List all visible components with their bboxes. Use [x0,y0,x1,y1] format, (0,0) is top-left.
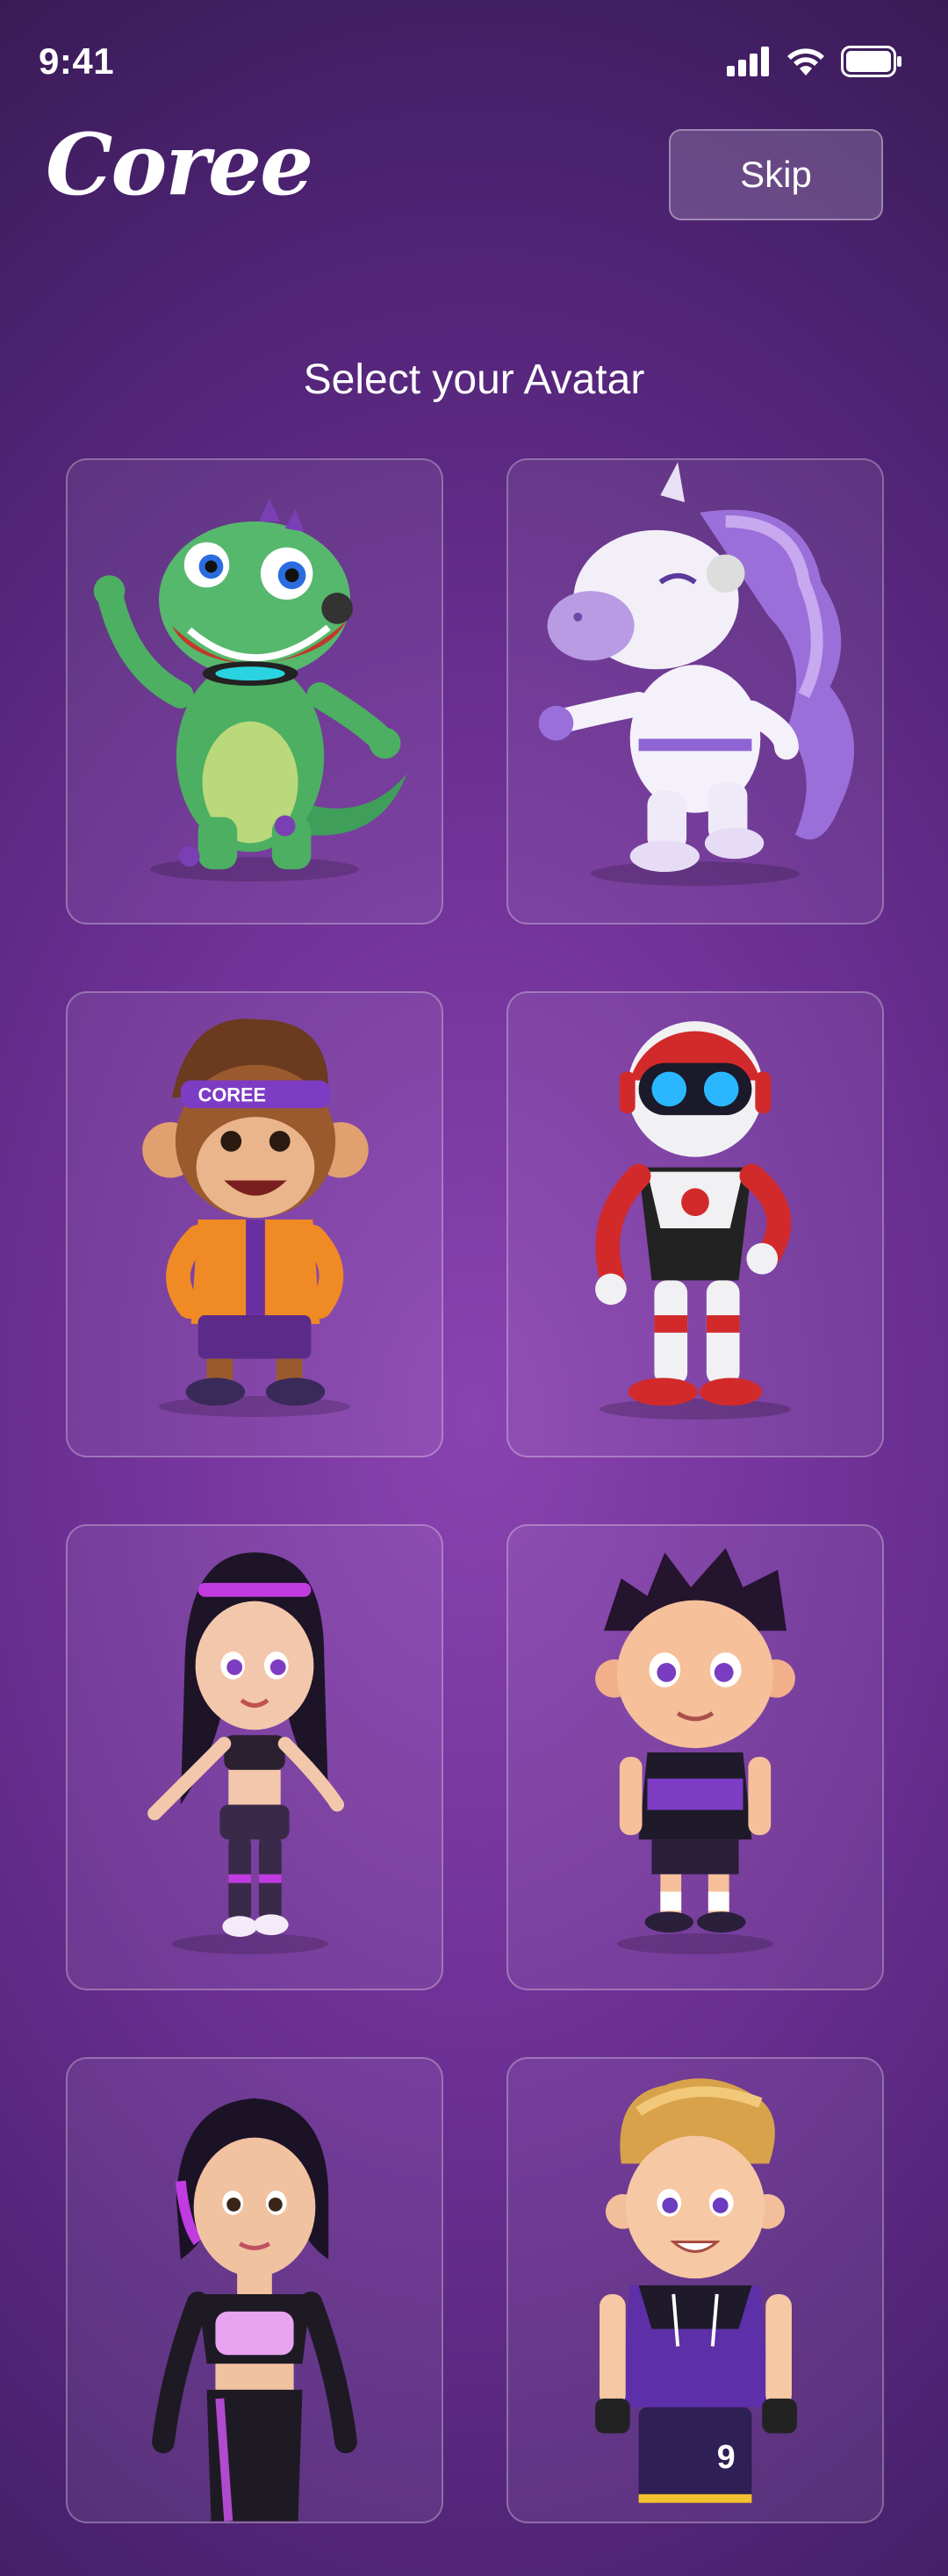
avatar-card-robot[interactable] [506,991,884,1457]
monkey-avatar: COREE [68,993,442,1456]
avatar-card-boy-spiky[interactable]: 5 [506,1524,884,1990]
boy-spiky-hair-avatar: 5 [508,1526,882,1989]
dinosaur-avatar [68,460,442,923]
page-title: Select your Avatar [303,356,645,403]
boy-blonde-avatar: 9 [508,2059,882,2522]
app-logo: Coree [46,115,313,214]
cellular-signal-icon [727,47,771,76]
wifi-icon [785,46,827,77]
status-bar: 9:41 [0,0,948,123]
status-time: 9:41 [39,40,115,82]
avatar-card-unicorn[interactable] [506,458,884,925]
girl-athletic-avatar [68,2059,442,2522]
status-icons [727,46,902,77]
avatar-grid: COREE 9 [66,458,884,2523]
battery-icon [841,46,902,77]
unicorn-avatar [508,460,882,923]
girl-ponytail-avatar [68,1526,442,1989]
avatar-card-monkey[interactable]: COREE [66,991,443,1457]
avatar-card-boy-blonde[interactable]: 9 [506,2057,884,2523]
avatar-card-dino[interactable] [66,458,443,925]
robot-avatar [508,993,882,1456]
jersey-number: 9 [717,2438,736,2475]
headband-text: COREE [198,1083,266,1105]
skip-button[interactable]: Skip [669,129,883,220]
avatar-card-girl-ponytail[interactable] [66,1524,443,1990]
avatar-card-girl-athletic[interactable] [66,2057,443,2523]
